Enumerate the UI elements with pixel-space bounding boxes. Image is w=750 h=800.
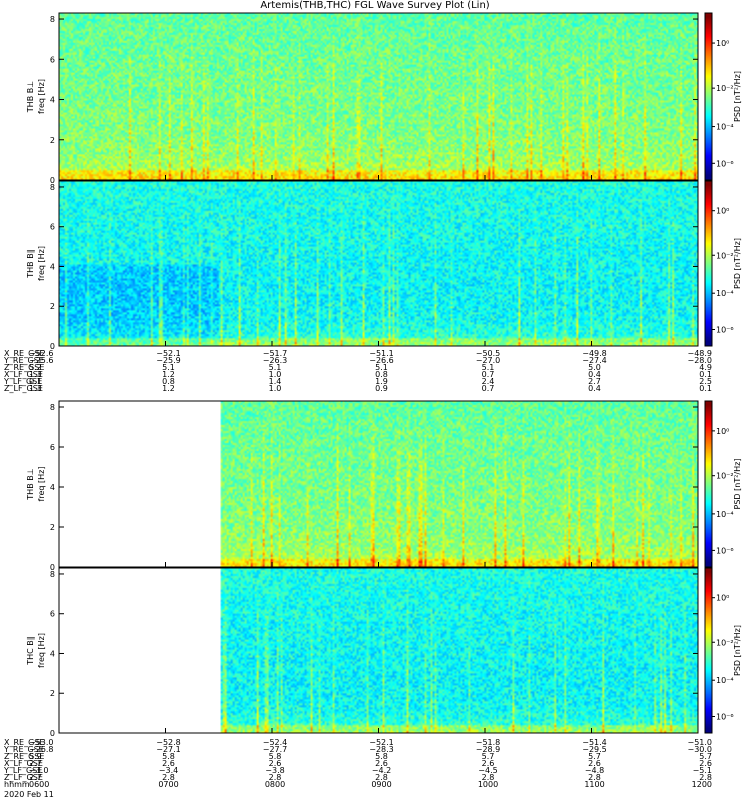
- colorbar-tick-label: 10⁻²: [716, 251, 734, 260]
- ephemeris-date: 2020 Feb 11: [4, 790, 54, 799]
- y-tick-label: 4: [50, 649, 55, 658]
- ephemeris-value: 1.2: [162, 384, 175, 393]
- ephemeris-value: 0.9: [375, 384, 388, 393]
- colorbar-1: [705, 13, 712, 180]
- y-axis-label-instrument: THB B⊥: [26, 81, 35, 113]
- y-tick-label: 4: [50, 483, 55, 492]
- colorbar-3: [705, 401, 712, 567]
- y-tick-label: 4: [50, 96, 55, 105]
- y-tick-label: 4: [50, 262, 55, 271]
- colorbar-2: [705, 181, 712, 346]
- colorbar-4: [705, 568, 712, 733]
- ephemeris-value: 0900: [371, 780, 391, 789]
- spectrogram-panel-2: [59, 181, 698, 346]
- y-axis-label-instrument: THB B⊥: [26, 468, 35, 500]
- colorbar-tick-label: 10⁻⁶: [716, 713, 734, 722]
- y-axis-label-instrument: THC B∥: [26, 636, 35, 666]
- colorbar-tick-label: 10⁰: [716, 594, 729, 603]
- colorbar-tick-label: 10⁻⁴: [716, 123, 734, 132]
- y-tick-label: 2: [50, 523, 55, 532]
- y-tick-label: 8: [50, 403, 55, 412]
- ephemeris-value: 0700: [158, 780, 178, 789]
- spectrogram-panel-3: [59, 401, 698, 567]
- y-axis-label-freq: freq [Hz]: [37, 467, 46, 502]
- wave-survey-figure: Artemis(THB,THC) FGL Wave Survey Plot (L…: [0, 0, 750, 800]
- y-tick-label: 0: [50, 729, 55, 738]
- colorbar-tick-label: 10⁻⁶: [716, 159, 734, 168]
- y-axis-label-freq: freq [Hz]: [37, 246, 46, 281]
- ephemeris-row-label: hhmm: [4, 780, 30, 789]
- colorbar-tick-label: 10⁻⁴: [716, 289, 734, 298]
- ephemeris-value: 1100: [584, 780, 604, 789]
- colorbar-tick-label: 10⁻²: [716, 638, 734, 647]
- ephemeris-value: 1200: [692, 780, 712, 789]
- y-axis-label-instrument: THB B∥: [26, 249, 35, 278]
- figure-svg: 02468THB B⊥ freq [Hz]10⁰10⁻²10⁻⁴10⁻⁶PSD […: [3, 12, 742, 799]
- colorbar-tick-label: 10⁰: [716, 39, 729, 48]
- ephemeris-value: 0.4: [588, 384, 601, 393]
- ephemeris-value: 0.7: [482, 384, 495, 393]
- ephemeris-value: 1.0: [269, 384, 282, 393]
- y-tick-label: 2: [50, 302, 55, 311]
- y-tick-label: 6: [50, 610, 55, 619]
- colorbar-tick-label: 10⁻⁴: [716, 510, 734, 519]
- y-tick-label: 8: [50, 15, 55, 24]
- y-tick-label: 6: [50, 55, 55, 64]
- ephemeris-value: 0.1: [699, 384, 712, 393]
- colorbar-tick-label: 10⁻²: [716, 472, 734, 481]
- ephemeris-value: 0600: [29, 780, 49, 789]
- ephemeris-value: 0800: [265, 780, 285, 789]
- colorbar-tick-label: 10⁻⁴: [716, 676, 734, 685]
- colorbar-tick-label: 10⁻⁶: [716, 326, 734, 335]
- colorbar-label: PSD [nT²/Hz]: [733, 238, 742, 289]
- y-tick-label: 8: [50, 183, 55, 192]
- ephemeris-value: 1.3: [29, 384, 42, 393]
- colorbar-tick-label: 10⁰: [716, 207, 729, 216]
- y-tick-label: 6: [50, 443, 55, 452]
- y-tick-label: 8: [50, 570, 55, 579]
- colorbar-label: PSD [nT²/Hz]: [733, 625, 742, 676]
- y-tick-label: 6: [50, 223, 55, 232]
- colorbar-tick-label: 10⁰: [716, 427, 729, 436]
- colorbar-tick-label: 10⁻⁶: [716, 546, 734, 555]
- y-axis-label-freq: freq [Hz]: [37, 633, 46, 668]
- spectrogram-panel-1: [59, 13, 698, 180]
- spectrogram-panel-4: [59, 568, 698, 733]
- colorbar-label: PSD [nT²/Hz]: [733, 71, 742, 122]
- colorbar-label: PSD [nT²/Hz]: [733, 459, 742, 510]
- colorbar-tick-label: 10⁻²: [716, 84, 734, 93]
- ephemeris-value: 1000: [478, 780, 498, 789]
- y-axis-label-freq: freq [Hz]: [37, 79, 46, 114]
- y-tick-label: 2: [50, 689, 55, 698]
- y-tick-label: 2: [50, 136, 55, 145]
